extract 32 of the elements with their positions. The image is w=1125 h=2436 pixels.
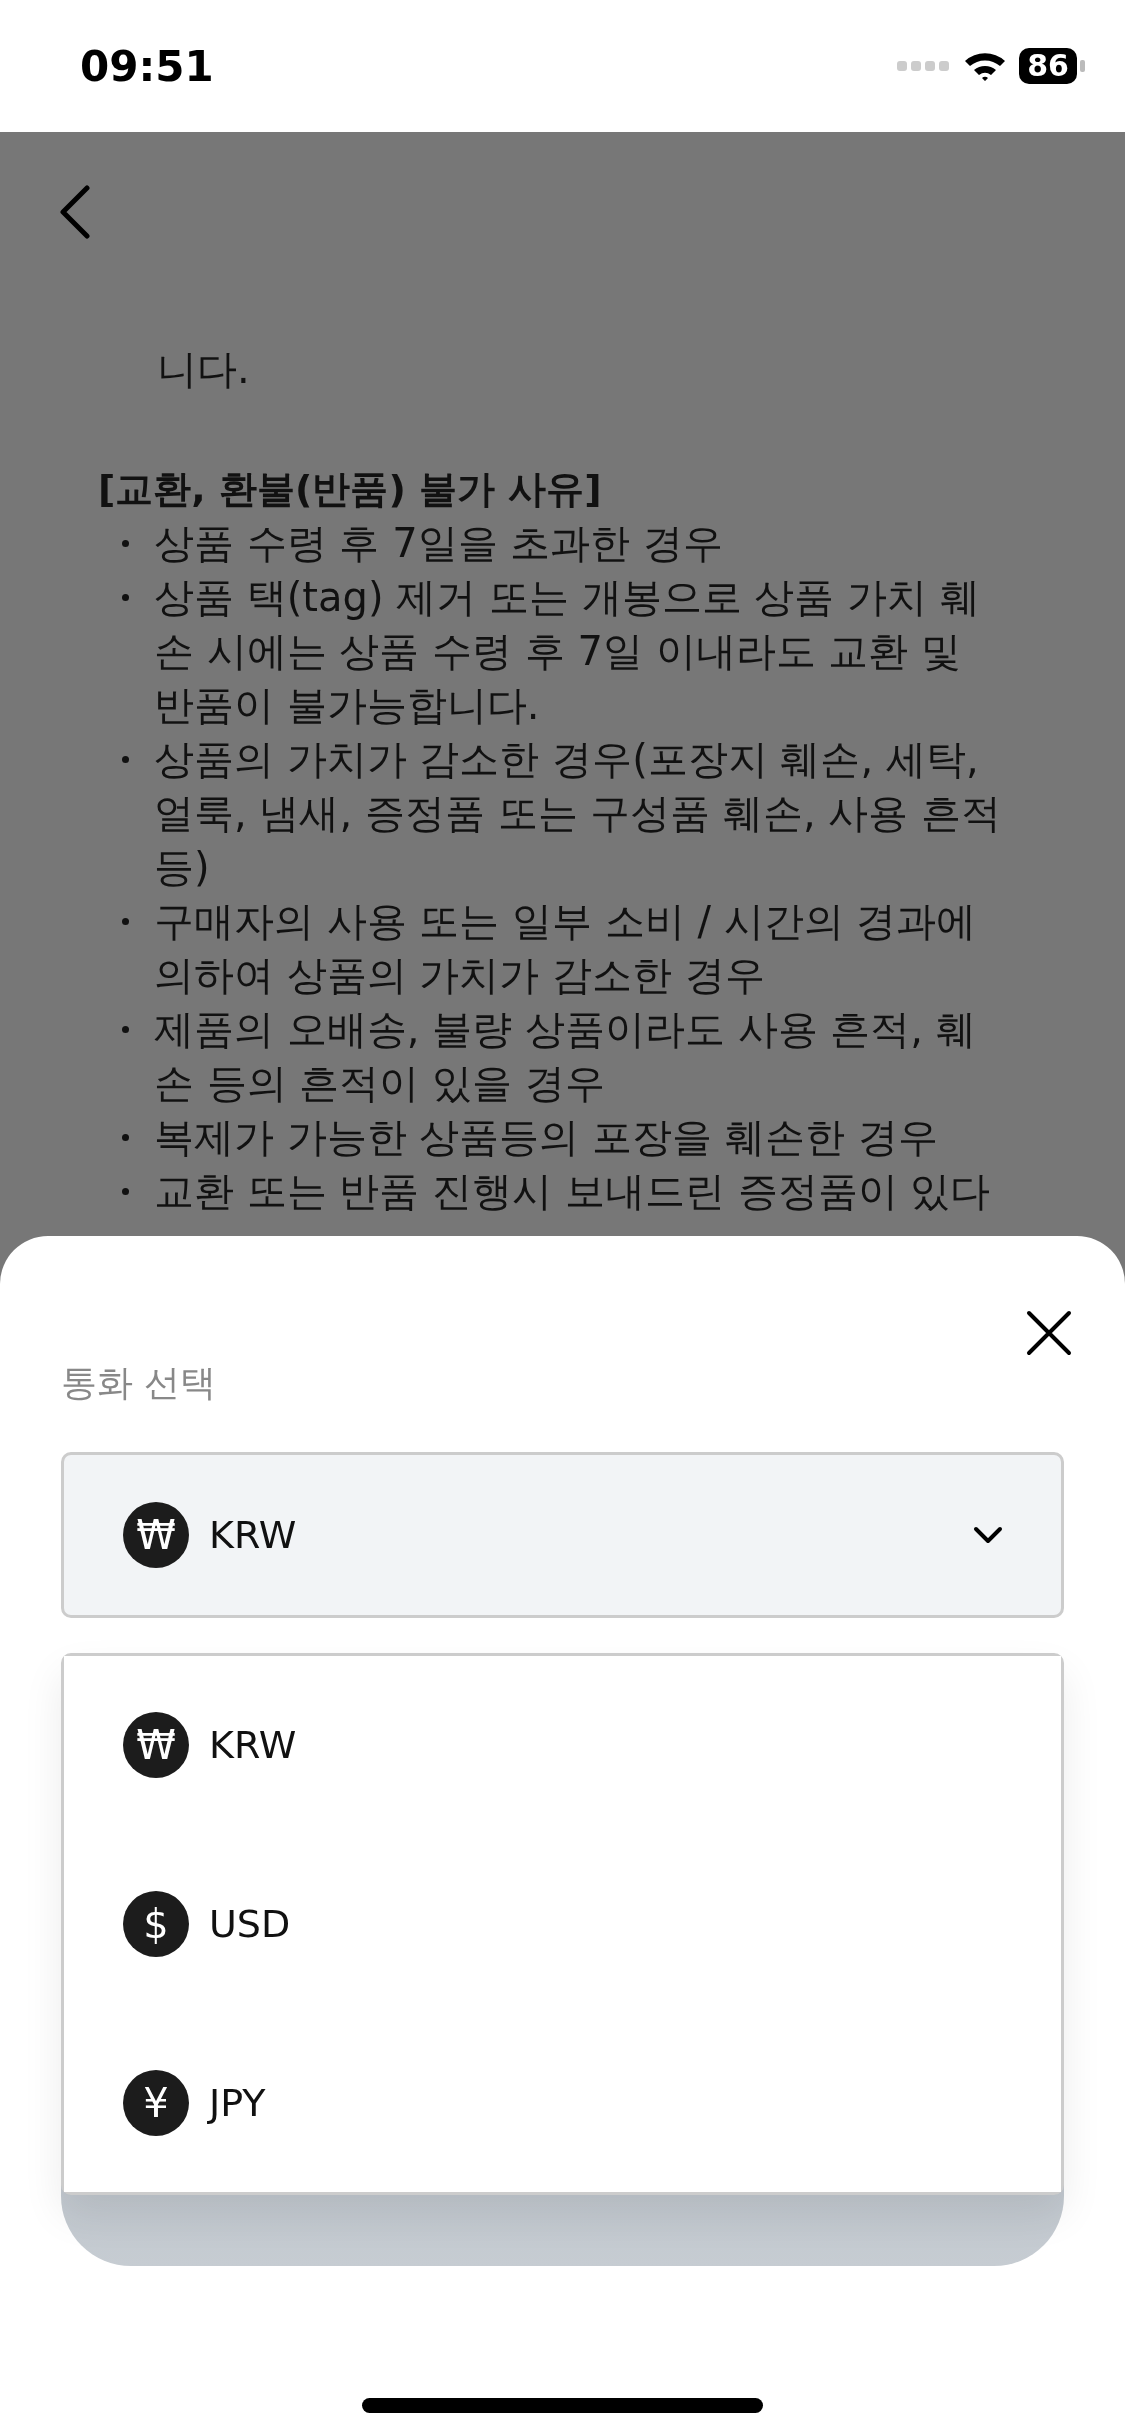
policy-item: 제품의 오배송, 불량 상품이라도 사용 흔적, 훼 손 등의 흔적이 있을 경우 (154, 1005, 976, 1108)
currency-icon: ₩ (123, 1502, 189, 1568)
section-heading: [교환, 환불(반품) 불가 사유] (98, 466, 603, 513)
bullet-icon (122, 540, 129, 547)
policy-item: 구매자의 사용 또는 일부 소비 / 시간의 경과에 의하여 상품의 가치가 감소한 경우 (154, 897, 977, 1000)
policy-item: 교환 또는 반품 진행시 보내드린 증정품이 있다 (154, 1167, 991, 1216)
policy-item: 상품 수령 후 7일을 초과한 경우 (154, 519, 724, 568)
signal-icon (897, 59, 952, 73)
currency-option[interactable]: ¥ JPY (64, 2013, 1061, 2192)
policy-text: 니다. (156, 345, 251, 394)
currency-icon: $ (123, 1891, 189, 1957)
currency-option[interactable]: $ USD (64, 1834, 1061, 2014)
currency-option[interactable]: ₩ KRW (64, 1656, 1061, 1835)
currency-select[interactable]: ₩ KRW (61, 1452, 1064, 1618)
close-button[interactable] (1024, 1308, 1074, 1358)
status-time: 09:51 (80, 41, 214, 91)
bullet-icon (122, 594, 129, 601)
policy-item: 상품 택(tag) 제거 또는 개봉으로 상품 가치 훼 손 시에는 상품 수령 후 7일 이내라도 교환 및 반품이 불가능합니다. (154, 573, 980, 730)
selected-currency: KRW (209, 1513, 297, 1557)
currency-code: JPY (209, 2080, 266, 2125)
policy-item: 상품의 가치가 감소한 경우(포장지 훼손, 세탁, 얼룩, 냄새, 증정품 또는 구성품 훼손, 사용 흔적 등) (154, 735, 1002, 892)
currency-code: KRW (209, 1723, 297, 1768)
bullet-icon (122, 918, 129, 925)
field-label: 통화 선택 (61, 1361, 217, 1405)
policy-item: 복제가 가능한 상품등의 포장을 훼손한 경우 (154, 1113, 938, 1162)
bullet-icon (122, 1026, 129, 1033)
currency-icon: ¥ (123, 2069, 189, 2136)
bullet-icon (122, 756, 129, 763)
currency-code: USD (209, 1902, 291, 1946)
bullet-icon (122, 1134, 129, 1141)
currency-icon: ₩ (123, 1712, 189, 1779)
bullet-icon (122, 1188, 129, 1195)
